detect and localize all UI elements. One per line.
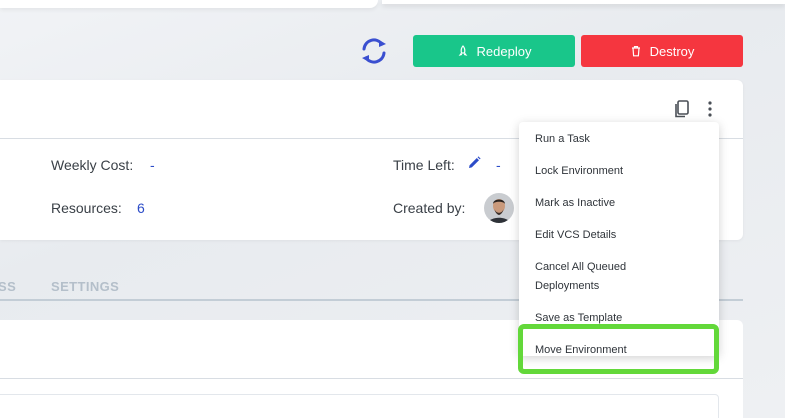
created-by-label: Created by: [393, 200, 466, 216]
refresh-icon[interactable] [357, 34, 391, 68]
user-avatar-icon [484, 193, 514, 223]
resources-label: Resources: [51, 200, 122, 216]
menu-item-cancel-queued-line2[interactable]: Deployments [535, 277, 599, 296]
environment-options-menu: Run a Task Lock Environment Mark as Inac… [519, 122, 719, 356]
redeploy-button[interactable]: Redeploy [413, 35, 575, 67]
menu-item-cancel-queued[interactable]: Cancel All Queued [535, 258, 626, 277]
menu-item-mark-inactive[interactable]: Mark as Inactive [535, 194, 615, 213]
tab-settings[interactable]: SETTINGS [51, 279, 119, 294]
top-panel [0, 0, 378, 8]
destroy-label: Destroy [649, 43, 695, 59]
pencil-icon[interactable] [466, 155, 482, 171]
rocket-icon [458, 45, 467, 56]
menu-item-move-environment[interactable]: Move Environment [535, 341, 627, 360]
menu-item-lock-environment[interactable]: Lock Environment [535, 162, 623, 181]
card-divider [0, 378, 743, 379]
weekly-cost-value: - [150, 157, 155, 173]
menu-item-edit-vcs[interactable]: Edit VCS Details [535, 226, 616, 245]
trash-icon [631, 46, 640, 57]
menu-item-run-task[interactable]: Run a Task [535, 130, 590, 149]
destroy-button[interactable]: Destroy [581, 35, 743, 67]
more-options-icon[interactable] [702, 98, 718, 120]
copy-icon[interactable] [673, 99, 691, 119]
weekly-cost-label: Weekly Cost: [51, 157, 134, 173]
avatar[interactable] [484, 193, 514, 223]
content-panel [0, 394, 719, 418]
time-left-value: - [496, 157, 501, 173]
tab-progress[interactable]: SS [0, 279, 16, 294]
redeploy-label: Redeploy [476, 43, 532, 59]
resources-value[interactable]: 6 [137, 200, 145, 216]
time-left-label: Time Left: [393, 157, 455, 173]
top-panel-shadow [382, 0, 785, 4]
menu-item-save-template[interactable]: Save as Template [535, 309, 622, 328]
